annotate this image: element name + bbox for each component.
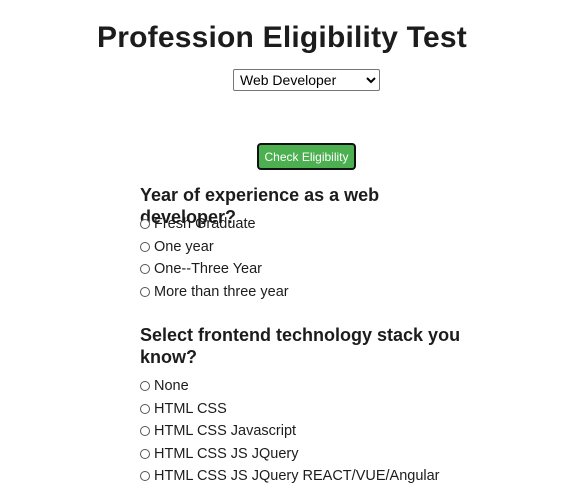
radio-button[interactable] xyxy=(140,471,150,482)
option-label: None xyxy=(154,378,189,395)
radio-button[interactable] xyxy=(140,264,150,275)
radio-button[interactable] xyxy=(140,219,150,230)
option-label: HTML CSS Javascript xyxy=(154,423,297,440)
tech-stack-option[interactable]: HTML CSS xyxy=(140,398,440,421)
option-label: Fresh Graduate xyxy=(154,216,256,233)
experience-option[interactable]: One--Three Year xyxy=(140,258,289,281)
tech-stack-option[interactable]: HTML CSS JS JQuery REACT/VUE/Angular xyxy=(140,465,440,488)
tech-stack-option[interactable]: HTML CSS JS JQuery xyxy=(140,443,440,466)
eligibility-page: Profession Eligibility Test Web Develope… xyxy=(0,0,564,504)
option-label: More than three year xyxy=(154,283,289,300)
tech-stack-option[interactable]: None xyxy=(140,375,440,398)
radio-button[interactable] xyxy=(140,381,150,392)
experience-option[interactable]: Fresh Graduate xyxy=(140,213,289,236)
option-label: One--Three Year xyxy=(154,261,263,278)
radio-button[interactable] xyxy=(140,403,150,414)
radio-button[interactable] xyxy=(140,426,150,437)
option-label: HTML CSS xyxy=(154,400,227,417)
radio-button[interactable] xyxy=(140,448,150,459)
tech-stack-option[interactable]: HTML CSS Javascript xyxy=(140,420,440,443)
radio-button[interactable] xyxy=(140,286,150,297)
experience-options: Fresh Graduate One year One--Three Year … xyxy=(140,213,289,303)
radio-button[interactable] xyxy=(140,241,150,252)
option-label: One year xyxy=(154,238,214,255)
experience-option[interactable]: One year xyxy=(140,236,289,259)
option-label: HTML CSS JS JQuery xyxy=(154,445,299,462)
option-label: HTML CSS JS JQuery REACT/VUE/Angular xyxy=(154,468,440,485)
question-tech-stack: Select frontend technology stack you kno… xyxy=(140,325,461,367)
page-title: Profession Eligibility Test xyxy=(97,21,467,54)
tech-stack-options: None HTML CSS HTML CSS Javascript HTML C… xyxy=(140,375,440,488)
experience-option[interactable]: More than three year xyxy=(140,281,289,304)
profession-select-wrapper: Web Developer xyxy=(233,69,380,91)
check-eligibility-button[interactable]: Check Eligibility xyxy=(257,143,356,170)
profession-select[interactable]: Web Developer xyxy=(233,69,380,91)
